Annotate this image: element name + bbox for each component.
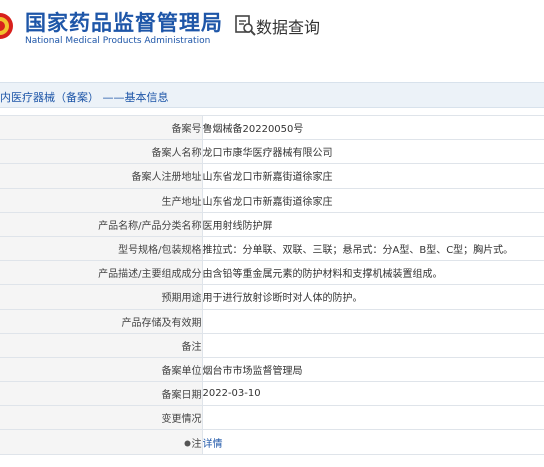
breadcrumb-bar: 内医疗器械（备案） ——基本信息 — [0, 82, 544, 108]
row-label-storage: 产品存储及有效期 — [0, 308, 203, 334]
row-label-registrant-address: 备案人注册地址 — [0, 163, 203, 189]
table-row: 预期用途 用于进行放射诊断时对人体的防护。 — [0, 284, 544, 310]
row-label-product-name: 产品名称/产品分类名称 — [0, 211, 203, 237]
row-label-intended-use: 预期用途 — [0, 284, 203, 310]
row-label-registrant: 备案人名称 — [0, 139, 203, 165]
detail-table: 备案号 鲁烟械备20220050号 备案人名称 龙口市康华医疗器械有限公司 备案… — [0, 114, 544, 455]
row-value-record-unit: 烟台市市场监督管理局 — [202, 356, 544, 383]
row-label-production-address: 生产地址 — [0, 187, 203, 213]
table-row: 备注 — [0, 332, 544, 358]
row-value-note: 详情 — [202, 429, 544, 455]
row-label-record-unit: 备案单位 — [0, 356, 203, 383]
note-label: 注 — [191, 438, 202, 450]
table-row: 产品名称/产品分类名称 医用射线防护屏 — [0, 211, 544, 237]
table-row: 注 详情 — [0, 429, 544, 455]
row-value-production-address: 山东省龙口市新嘉街道徐家庄 — [202, 187, 544, 213]
row-label-record-no: 备案号 — [0, 114, 203, 141]
table-row: 备案号 鲁烟械备20220050号 — [0, 114, 544, 141]
row-label-note: 注 — [0, 429, 203, 455]
table-row: 型号规格/包装规格 推拉式：分单联、双联、三联；悬吊式：分A型、B型、C型；胸片… — [0, 235, 544, 262]
details-link[interactable]: 详情 — [203, 439, 223, 450]
row-value-storage — [202, 308, 544, 334]
row-value-registrant-address: 山东省龙口市新嘉街道徐家庄 — [202, 163, 544, 189]
site-header: 国家药品监督管理局 National Medical Products Admi… — [0, 0, 544, 56]
table-row: 备案人注册地址 山东省龙口市新嘉街道徐家庄 — [0, 163, 544, 189]
table-row: 变更情况 — [0, 405, 544, 431]
table-row: 产品描述/主要组成成分 由含铅等重金属元素的防护材料和支撑机械装置组成。 — [0, 260, 544, 286]
site-logo-subtitle: National Medical Products Administration — [25, 36, 211, 46]
row-label-description: 产品描述/主要组成成分 — [0, 260, 203, 286]
row-value-record-no: 鲁烟械备20220050号 — [202, 114, 544, 141]
table-row: 备案单位 烟台市市场监督管理局 — [0, 356, 544, 383]
site-logo-title[interactable]: 国家药品监督管理局 — [25, 7, 223, 37]
row-value-intended-use: 用于进行放射诊断时对人体的防护。 — [202, 284, 544, 310]
table-row: 生产地址 山东省龙口市新嘉街道徐家庄 — [0, 187, 544, 213]
page-title: 数据查询 — [256, 18, 321, 37]
row-value-remarks — [202, 332, 544, 358]
pin-icon — [184, 440, 190, 447]
table-row: 产品存储及有效期 — [0, 308, 544, 334]
search-document-icon — [235, 15, 256, 36]
row-value-product-name: 医用射线防护屏 — [202, 211, 544, 237]
row-value-changes — [202, 405, 544, 431]
national-emblem-icon — [0, 13, 13, 39]
row-value-registrant: 龙口市康华医疗器械有限公司 — [202, 139, 544, 165]
table-row: 备案日期 2022-03-10 — [0, 381, 544, 407]
table-row: 备案人名称 龙口市康华医疗器械有限公司 — [0, 139, 544, 165]
row-value-record-date: 2022-03-10 — [202, 381, 544, 407]
row-value-description: 由含铅等重金属元素的防护材料和支撑机械装置组成。 — [202, 260, 544, 286]
row-label-changes: 变更情况 — [0, 405, 203, 431]
row-label-remarks: 备注 — [0, 332, 203, 358]
row-value-model-spec: 推拉式：分单联、双联、三联；悬吊式：分A型、B型、C型；胸片式。 — [202, 235, 544, 262]
row-label-model-spec: 型号规格/包装规格 — [0, 235, 203, 262]
row-label-record-date: 备案日期 — [0, 381, 203, 407]
breadcrumb: 内医疗器械（备案） ——基本信息 — [0, 91, 169, 104]
